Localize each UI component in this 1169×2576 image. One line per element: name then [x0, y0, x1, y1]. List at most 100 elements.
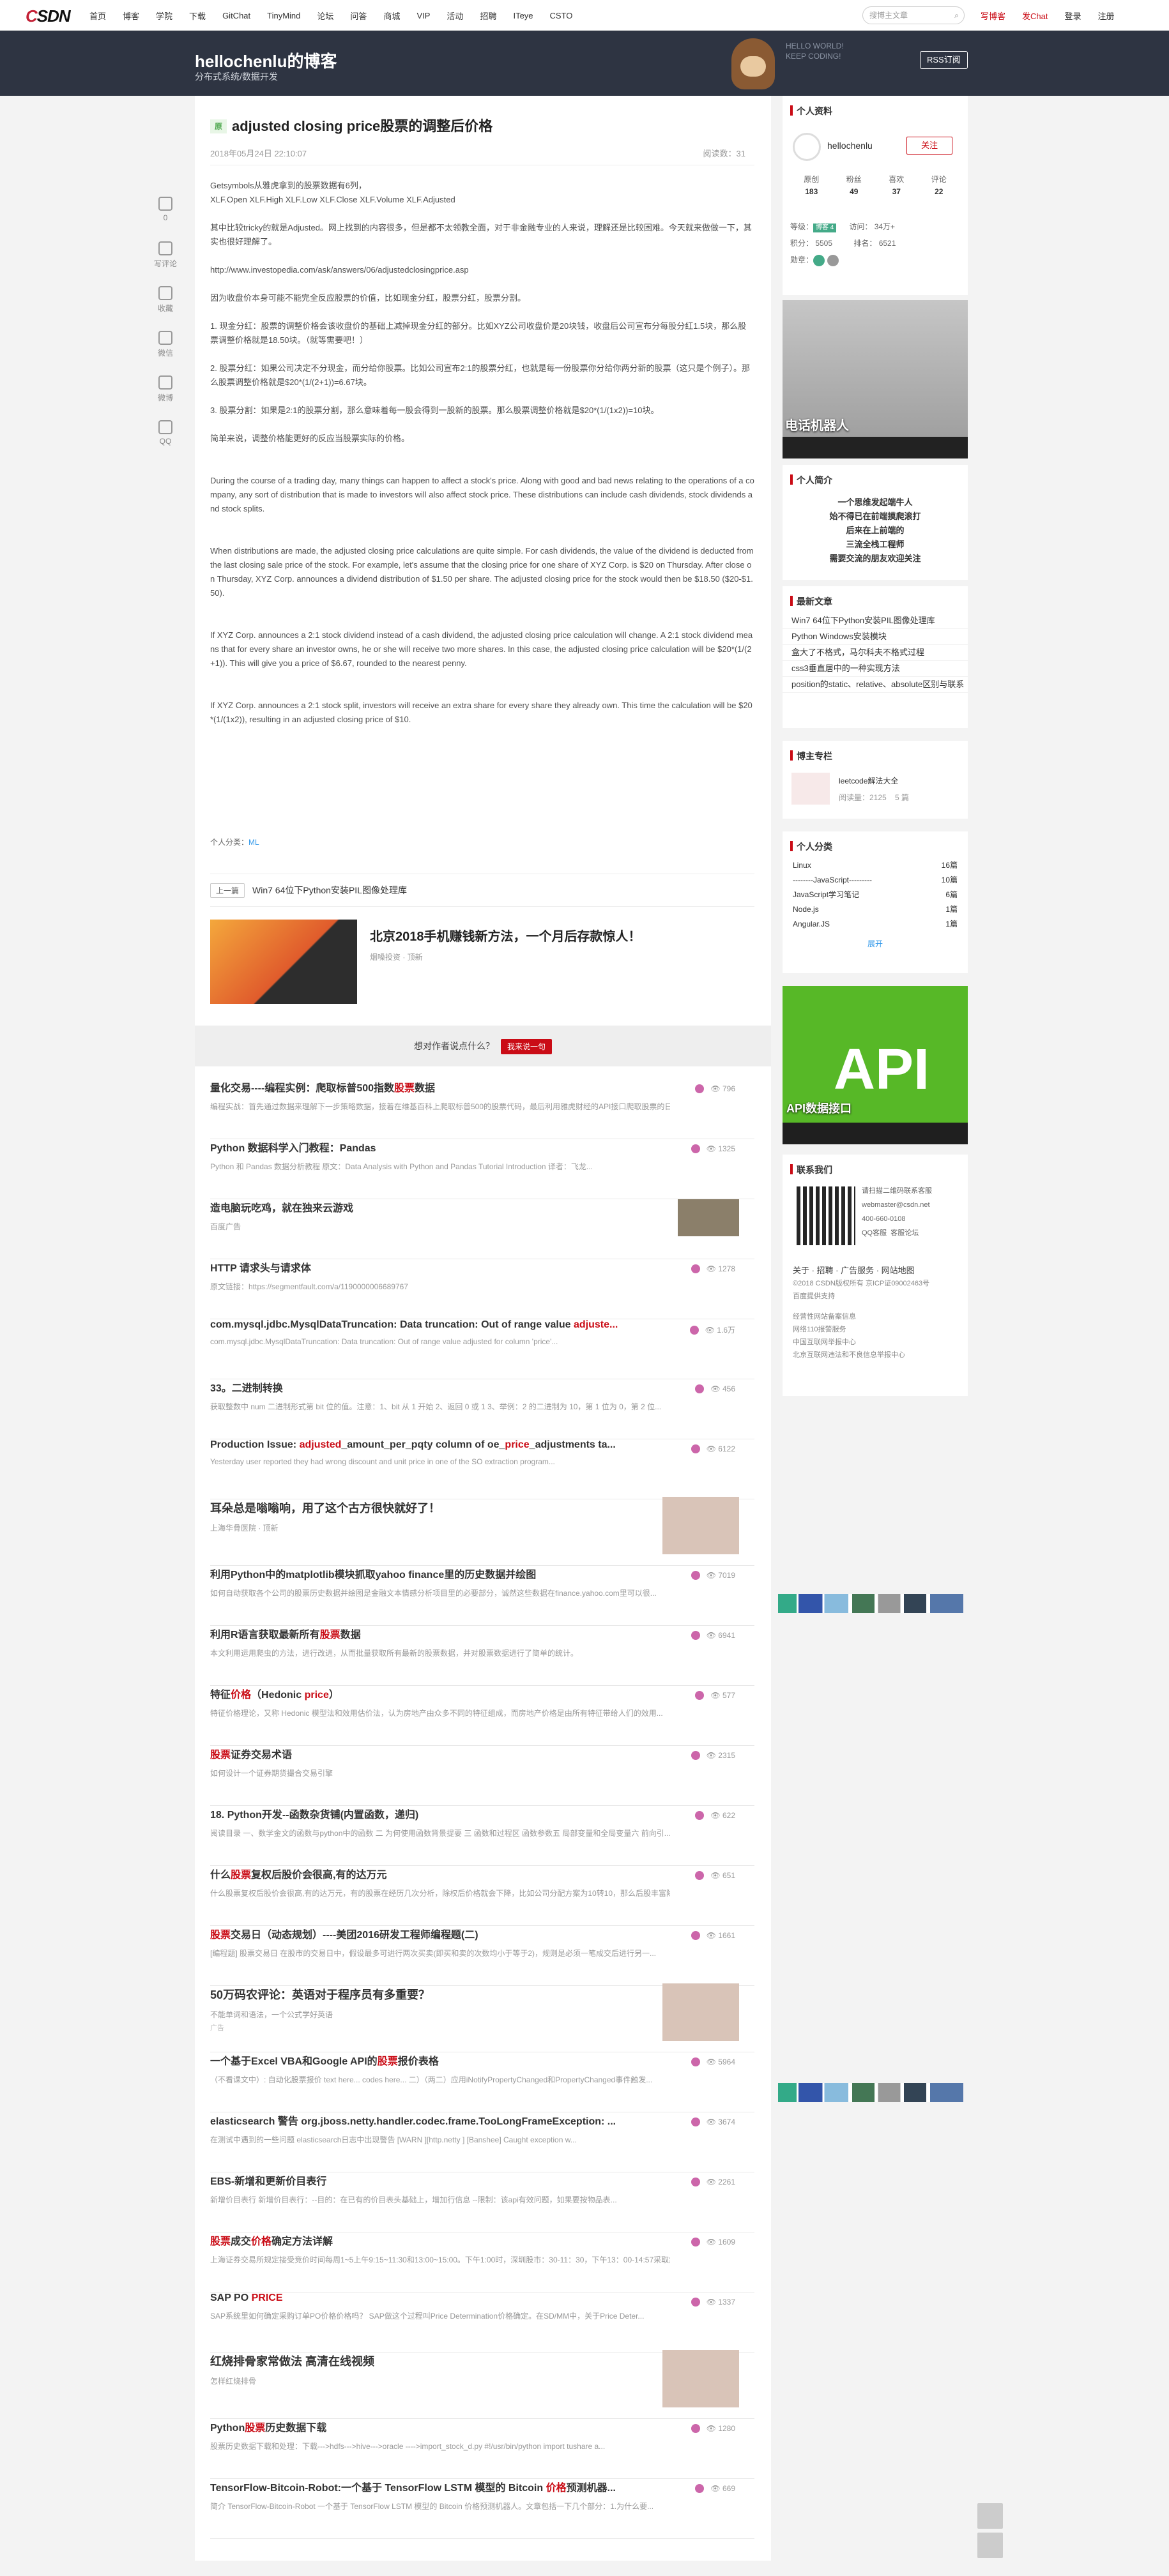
recommend-title[interactable]: 红烧排骨家常做法 高清在线视频: [210, 2352, 593, 2369]
column-item[interactable]: leetcode解法大全 阅读量：2125 5 篇: [783, 768, 968, 811]
recommend-item[interactable]: 股票证券交易术语 如何设计一个证券期货撮合交易引擎 👁 2315: [210, 1746, 754, 1806]
author-avatar[interactable]: [691, 1751, 700, 1760]
username[interactable]: hellochenlu: [827, 140, 873, 151]
author-avatar[interactable]: [691, 2178, 700, 2186]
recommend-title[interactable]: TensorFlow-Bitcoin-Robot:一个基于 TensorFlow…: [210, 2479, 670, 2494]
author-avatar[interactable]: [691, 1631, 700, 1640]
author-avatar[interactable]: [691, 2238, 700, 2246]
ad-title[interactable]: 北京2018手机赚钱新方法，一个月后存款惊人！: [370, 926, 641, 944]
recommend-item[interactable]: 耳朵总是嗡嗡响，用了这个古方很快就好了！ 上海华骨医院 · 顶新: [210, 1497, 754, 1566]
recommend-item[interactable]: 什么股票复权后股价会很高,有的达万元 什么股票复权后股价会很高,有的达万元，有的股…: [210, 1866, 754, 1926]
recommend-title[interactable]: 什么股票复权后股价会很高,有的达万元: [210, 1866, 670, 1881]
recommend-item[interactable]: com.mysql.jdbc.MysqlDataTruncation: Data…: [210, 1319, 754, 1379]
recommend-title[interactable]: 股票成交价格确定方法详解: [210, 2232, 670, 2248]
recommend-item[interactable]: Production Issue: adjusted_amount_per_pq…: [210, 1439, 754, 1499]
recommend-title[interactable]: 量化交易----编程实例：爬取标普500指数股票数据: [210, 1079, 670, 1095]
write-blog-link[interactable]: 写博客: [981, 10, 1005, 22]
tag-link[interactable]: ML: [248, 838, 259, 847]
nav-download[interactable]: 下载: [189, 10, 206, 22]
nav-iteye[interactable]: ITeye: [513, 11, 533, 20]
recommend-item[interactable]: 特征价格（Hedonic price） 特征价格理论，又称 Hedonic 模型法…: [210, 1686, 754, 1746]
rss-button[interactable]: RSS订阅: [920, 51, 968, 69]
author-avatar[interactable]: [691, 1931, 700, 1940]
comment-button[interactable]: 我来说一句: [500, 1039, 552, 1054]
recommend-title[interactable]: 利用R语言获取最新所有股票数据: [210, 1626, 670, 1641]
recommend-title[interactable]: EBS-新增和更新价目表行: [210, 2172, 670, 2188]
author-avatar[interactable]: [691, 2424, 700, 2433]
recommend-title[interactable]: 一个基于Excel VBA和Google API的股票报价表格: [210, 2052, 670, 2068]
recommend-item[interactable]: 18. Python开发--函数杂货铺(内置函数，递归) 阅读目录 一、数学金文的…: [210, 1806, 754, 1866]
recommend-item[interactable]: SAP PO PRICE SAP系统里如何确定采购订单PO价格价格吗？ SAP做这…: [210, 2292, 754, 2352]
recommend-title[interactable]: Python 数据科学入门教程：Pandas: [210, 1139, 670, 1155]
recommend-item[interactable]: 股票交易日（动态规划）----美团2016研发工程师编程题(二) [编程题] 股票…: [210, 1926, 754, 1986]
recommend-item[interactable]: 红烧排骨家常做法 高清在线视频 怎样红烧排骨: [210, 2350, 754, 2419]
nav-mall[interactable]: 商城: [383, 10, 400, 22]
author-avatar[interactable]: [695, 1384, 705, 1393]
author-avatar[interactable]: [695, 1811, 705, 1820]
comment-tool[interactable]: 写评论: [149, 241, 181, 281]
recommend-title[interactable]: 股票交易日（动态规划）----美团2016研发工程师编程题(二): [210, 1926, 670, 1941]
recommend-title[interactable]: HTTP 请求头与请求体: [210, 1259, 670, 1275]
nav-home[interactable]: 首页: [89, 10, 106, 22]
author-avatar[interactable]: [691, 1444, 700, 1453]
search-icon[interactable]: ⌕: [954, 7, 959, 24]
author-avatar[interactable]: [695, 1871, 705, 1880]
recommend-item[interactable]: 一个基于Excel VBA和Google API的股票报价表格 （不看课文中）: …: [210, 2052, 754, 2112]
ad-thumbnail[interactable]: [662, 1497, 739, 1554]
author-avatar[interactable]: [695, 2484, 705, 2493]
nav-gitchat[interactable]: GitChat: [222, 11, 250, 20]
login-link[interactable]: 登录: [1064, 10, 1081, 22]
api-ad[interactable]: API API数据接口: [783, 986, 968, 1144]
recommend-title[interactable]: Python股票历史数据下载: [210, 2419, 670, 2434]
legal-link[interactable]: 经营性网站备案信息: [783, 1310, 968, 1323]
recommend-title[interactable]: com.mysql.jdbc.MysqlDataTruncation: Data…: [210, 1319, 670, 1331]
author-avatar[interactable]: [691, 2057, 700, 2066]
author-avatar[interactable]: [691, 2118, 700, 2126]
author-avatar[interactable]: [695, 1084, 705, 1093]
recommend-title[interactable]: 33。二进制转换: [210, 1379, 670, 1395]
recommend-title[interactable]: 利用Python中的matplotlib模块抓取yahoo finance里的历…: [210, 1566, 670, 1581]
floating-ad-strip[interactable]: [778, 1594, 963, 1613]
recommend-title[interactable]: 股票证券交易术语: [210, 1746, 670, 1761]
recommend-item[interactable]: EBS-新增和更新价目表行 新增价目表行 新增价目表行：--目的：在已有的价目表头…: [210, 2172, 754, 2232]
ad-thumbnail[interactable]: [678, 1199, 739, 1236]
nav-jobs[interactable]: 招聘: [480, 10, 496, 22]
recommend-item[interactable]: 33。二进制转换 获取整数中 num 二进制形式第 bit 位的值。注意：1、bi…: [210, 1379, 754, 1439]
recent-item[interactable]: css3垂直居中的一种实现方法: [783, 661, 968, 677]
recommend-item[interactable]: Python 数据科学入门教程：Pandas Python 和 Pandas 数据…: [210, 1139, 754, 1199]
blog-title[interactable]: hellochenlu的博客: [195, 49, 337, 72]
author-avatar[interactable]: [695, 1691, 705, 1700]
recommend-title[interactable]: 50万码农评论：英语对于程序员有多重要？: [210, 1986, 593, 2003]
recommend-item[interactable]: TensorFlow-Bitcoin-Robot:一个基于 TensorFlow…: [210, 2479, 754, 2539]
category-item[interactable]: --------JavaScript--------- 10篇: [783, 873, 968, 888]
follow-button[interactable]: 关注: [906, 137, 952, 155]
category-item[interactable]: Angular.JS 1篇: [783, 917, 968, 932]
category-item[interactable]: Linux 16篇: [783, 858, 968, 873]
recent-item[interactable]: Python Windows安装模块: [783, 629, 968, 645]
ad-banner[interactable]: 北京2018手机赚钱新方法，一个月后存款惊人！ 烟嗓投资 · 顶新: [210, 920, 754, 1004]
avatar[interactable]: [793, 133, 821, 161]
recent-item[interactable]: 盒大了不格式，马尔科夫不格式过程: [783, 645, 968, 661]
recommend-item[interactable]: 造电脑玩吃鸡，就在独来云游戏 百度广告: [210, 1199, 754, 1259]
author-avatar[interactable]: [691, 1264, 700, 1273]
recommend-title[interactable]: 特征价格（Hedonic price）: [210, 1686, 670, 1701]
recommend-title[interactable]: 耳朵总是嗡嗡响，用了这个古方很快就好了！: [210, 1499, 593, 1516]
category-item[interactable]: JavaScript学习笔记 6篇: [783, 888, 968, 902]
nav-events[interactable]: 活动: [447, 10, 463, 22]
weibo-share-tool[interactable]: 微博: [149, 375, 181, 415]
nav-csto[interactable]: CSTO: [550, 11, 573, 20]
like-tool[interactable]: 0: [149, 197, 181, 236]
recommend-title[interactable]: 18. Python开发--函数杂货铺(内置函数，递归): [210, 1806, 670, 1821]
author-avatar[interactable]: [691, 2298, 700, 2307]
nav-forum[interactable]: 论坛: [317, 10, 333, 22]
nav-edu[interactable]: 学院: [156, 10, 172, 22]
expand-link[interactable]: 展开: [783, 938, 968, 949]
nav-tinymind[interactable]: TinyMind: [267, 11, 300, 20]
legal-link[interactable]: 网络110报警服务: [783, 1323, 968, 1336]
recommend-item[interactable]: 利用Python中的matplotlib模块抓取yahoo finance里的历…: [210, 1566, 754, 1626]
reference-link[interactable]: http://www.investopedia.com/ask/answers/…: [210, 263, 754, 277]
column-name[interactable]: leetcode解法大全: [839, 773, 909, 789]
recommend-item[interactable]: elasticsearch 警告 org.jboss.netty.handler…: [210, 2112, 754, 2172]
recommend-item[interactable]: 量化交易----编程实例：爬取标普500指数股票数据 编程实战：首先通过数据来理解…: [210, 1079, 754, 1139]
wechat-share-tool[interactable]: 微信: [149, 331, 181, 370]
